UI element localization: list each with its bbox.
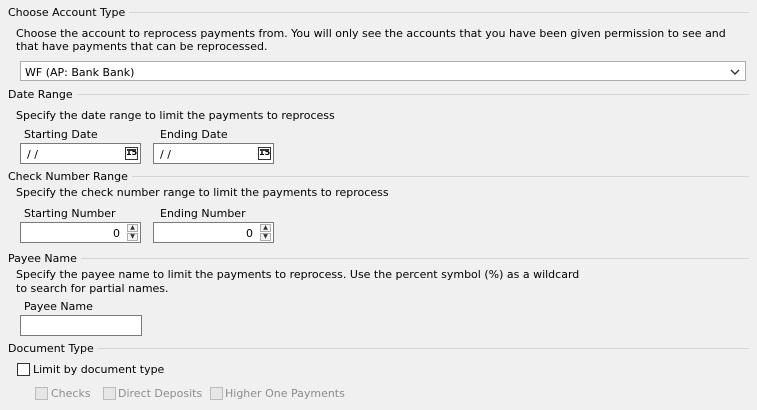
payee-description-line1: Specify the payee name to limit the paym… (16, 268, 580, 281)
section-title-check-number-range: Check Number Range (8, 170, 132, 183)
checks-label: Checks (51, 387, 91, 400)
account-description: Choose the account to reprocess payments… (16, 27, 726, 53)
limit-by-document-type-checkbox[interactable] (17, 363, 30, 376)
spin-down-icon[interactable]: ▼ (260, 233, 271, 241)
payee-name-input[interactable] (20, 315, 142, 336)
calendar-icon[interactable]: 15 (258, 147, 271, 160)
starting-date-value: / / (27, 148, 38, 161)
direct-deposits-checkbox[interactable] (103, 387, 116, 400)
starting-date-label: Starting Date (24, 128, 98, 141)
ending-date-label: Ending Date (160, 128, 228, 141)
spin-up-icon[interactable]: ▲ (127, 224, 138, 232)
section-title-document-type: Document Type (8, 342, 98, 355)
spinner[interactable]: ▲ ▼ (127, 224, 139, 241)
ending-number-value: 0 (246, 227, 253, 240)
section-divider (8, 94, 749, 95)
section-title-payee-name: Payee Name (8, 252, 81, 265)
ending-number-label: Ending Number (160, 207, 246, 220)
section-divider (8, 258, 749, 259)
section-divider (8, 348, 749, 349)
payee-description-line2: to search for partial names. (16, 282, 169, 295)
higher-one-payments-checkbox[interactable] (210, 387, 223, 400)
starting-number-label: Starting Number (24, 207, 116, 220)
ending-date-value: / / (160, 148, 171, 161)
chevron-down-icon (730, 67, 740, 77)
section-title-date-range: Date Range (8, 88, 77, 101)
spin-up-icon[interactable]: ▲ (260, 224, 271, 232)
calendar-icon[interactable]: 15 (125, 147, 138, 160)
payee-name-label: Payee Name (24, 300, 93, 313)
checks-checkbox[interactable] (35, 387, 48, 400)
check-range-description: Specify the check number range to limit … (16, 186, 389, 199)
ending-number-stepper[interactable]: 0 ▲ ▼ (153, 222, 274, 243)
spin-down-icon[interactable]: ▼ (127, 233, 138, 241)
date-range-description: Specify the date range to limit the paym… (16, 109, 335, 122)
ending-date-field[interactable]: / / 15 (153, 143, 274, 164)
higher-one-payments-label: Higher One Payments (225, 387, 345, 400)
section-title-account-type: Choose Account Type (8, 6, 130, 19)
starting-date-field[interactable]: / / 15 (20, 143, 141, 164)
direct-deposits-label: Direct Deposits (118, 387, 203, 400)
account-select-value: WF (AP: Bank Bank) (25, 66, 135, 79)
starting-number-value: 0 (113, 227, 120, 240)
spinner[interactable]: ▲ ▼ (260, 224, 272, 241)
starting-number-stepper[interactable]: 0 ▲ ▼ (20, 222, 141, 243)
limit-by-document-type-label[interactable]: Limit by document type (33, 363, 164, 376)
account-select[interactable]: WF (AP: Bank Bank) (20, 61, 746, 81)
